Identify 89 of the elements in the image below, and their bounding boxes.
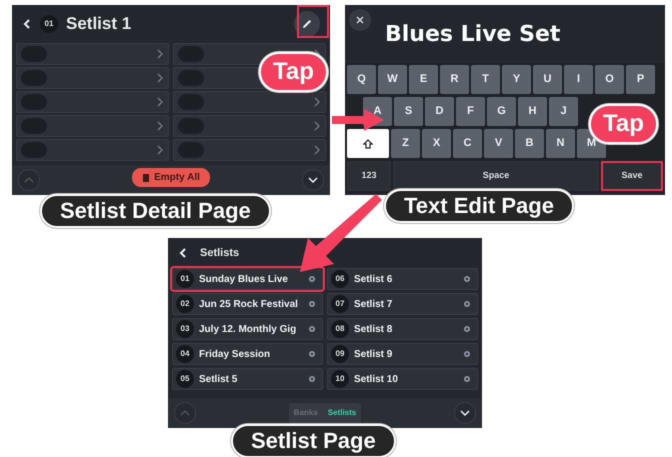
close-icon [356, 16, 364, 24]
shift-key[interactable] [347, 129, 389, 158]
chevron-right-icon [156, 145, 164, 155]
setlist-name: July 12. Monthly Gig [199, 322, 298, 336]
back-icon[interactable] [178, 247, 188, 259]
setlist-name: Setlist 8 [354, 322, 394, 336]
keyboard-key[interactable]: G [487, 97, 516, 126]
chevron-right-icon [156, 49, 164, 59]
number-badge: 05 [176, 370, 194, 388]
text-field-value[interactable]: Blues Live Set [385, 5, 560, 63]
keyboard-key[interactable]: E [409, 65, 438, 94]
setlist-item[interactable]: 03 July 12. Monthly Gig [172, 318, 323, 340]
keyboard-key[interactable]: I [564, 65, 593, 94]
tap-tooltip: Tap [259, 52, 328, 92]
mode-key[interactable]: 123 [347, 161, 391, 191]
chevron-up-icon [180, 410, 190, 416]
number-badge: 09 [331, 345, 349, 363]
keyboard-key[interactable]: C [453, 129, 482, 158]
setlist-item[interactable]: 08 Setlist 8 [327, 318, 478, 340]
page-caption: Text Edit Page [384, 189, 574, 223]
keyboard-key[interactable]: J [549, 97, 578, 126]
setlist-name: Setlist 5 [199, 372, 238, 386]
page-caption: Setlist Detail Page [40, 194, 271, 228]
back-icon[interactable] [22, 18, 32, 30]
number-badge: 02 [176, 295, 194, 313]
chevron-down-icon [308, 177, 318, 183]
scroll-down-button[interactable] [454, 402, 476, 424]
page-caption: Setlist Page [231, 424, 396, 457]
chevron-right-icon [313, 97, 321, 107]
setlist-name: Setlist 9 [354, 348, 394, 362]
setlist-item[interactable]: 09 Setlist 9 [327, 343, 478, 365]
setlist-item[interactable]: 07 Setlist 7 [327, 293, 478, 315]
chevron-right-icon [156, 97, 164, 107]
setlist-name: Jun 25 Rock Festival [199, 298, 299, 312]
setlist-slot[interactable] [173, 91, 326, 113]
keyboard-key[interactable]: B [515, 129, 544, 158]
keyboard-key[interactable]: P [626, 65, 655, 94]
number-badge: 10 [331, 370, 349, 388]
scroll-down-button[interactable] [302, 169, 324, 191]
setlist-item[interactable]: 02 Jun 25 Rock Festival [172, 293, 323, 315]
pencil-icon [301, 18, 313, 30]
number-badge: 04 [176, 345, 194, 363]
keyboard-key[interactable]: R [440, 65, 469, 94]
keyboard-key[interactable]: D [425, 97, 454, 126]
keyboard-key[interactable]: U [533, 65, 562, 94]
keyboard-key[interactable]: T [471, 65, 500, 94]
setlist-name: Friday Session [199, 348, 272, 362]
setlist-item[interactable]: 05 Setlist 5 [172, 368, 323, 390]
number-badge: 01 [176, 270, 194, 288]
number-badge: 01 [40, 15, 58, 33]
setlist-name: Sunday Blues Live [199, 272, 289, 286]
empty-all-button[interactable]: Empty All [132, 168, 210, 186]
setlist-name: Setlist 7 [354, 298, 394, 312]
trash-icon [142, 172, 150, 182]
keyboard-key[interactable]: Z [391, 129, 420, 158]
number-badge: 07 [331, 295, 349, 313]
keyboard-key[interactable]: O [595, 65, 624, 94]
save-key[interactable]: Save [601, 161, 663, 191]
setlist-name: Setlist 6 [354, 272, 394, 286]
chevron-right-icon [313, 145, 321, 155]
keyboard-key[interactable]: F [456, 97, 485, 126]
chevron-right-icon [156, 121, 164, 131]
number-badge: 08 [331, 320, 349, 338]
setlist-name: Setlist 10 [354, 372, 399, 386]
keyboard-key[interactable]: N [546, 129, 575, 158]
setlist-item[interactable]: 04 Friday Session [172, 343, 323, 365]
close-button[interactable] [349, 9, 371, 31]
space-key[interactable]: Space [393, 161, 599, 191]
highlight-frame [297, 5, 329, 38]
keyboard-key[interactable]: W [378, 65, 407, 94]
chevron-right-icon [313, 121, 321, 131]
keyboard-key[interactable]: H [518, 97, 547, 126]
number-badge: 03 [176, 320, 194, 338]
page-title: Setlist 1 [66, 13, 132, 36]
setlist-item[interactable]: 10 Setlist 10 [327, 368, 478, 390]
setlist-item[interactable]: 06 Setlist 6 [327, 268, 478, 290]
shift-icon [363, 138, 373, 148]
number-badge: 06 [331, 270, 349, 288]
tab[interactable]: Setlists [322, 403, 362, 423]
keyboard-key[interactable]: V [484, 129, 513, 158]
chevron-up-icon [24, 177, 34, 183]
keyboard-key[interactable]: Y [502, 65, 531, 94]
keyboard-key[interactable]: X [422, 129, 451, 158]
keyboard-key[interactable]: S [394, 97, 423, 126]
chevron-down-icon [460, 410, 470, 416]
chevron-right-icon [156, 73, 164, 83]
keyboard-key[interactable]: Q [347, 65, 376, 94]
setlist-item[interactable]: 01 Sunday Blues Live [172, 268, 323, 290]
page-title: Setlists [200, 246, 240, 261]
